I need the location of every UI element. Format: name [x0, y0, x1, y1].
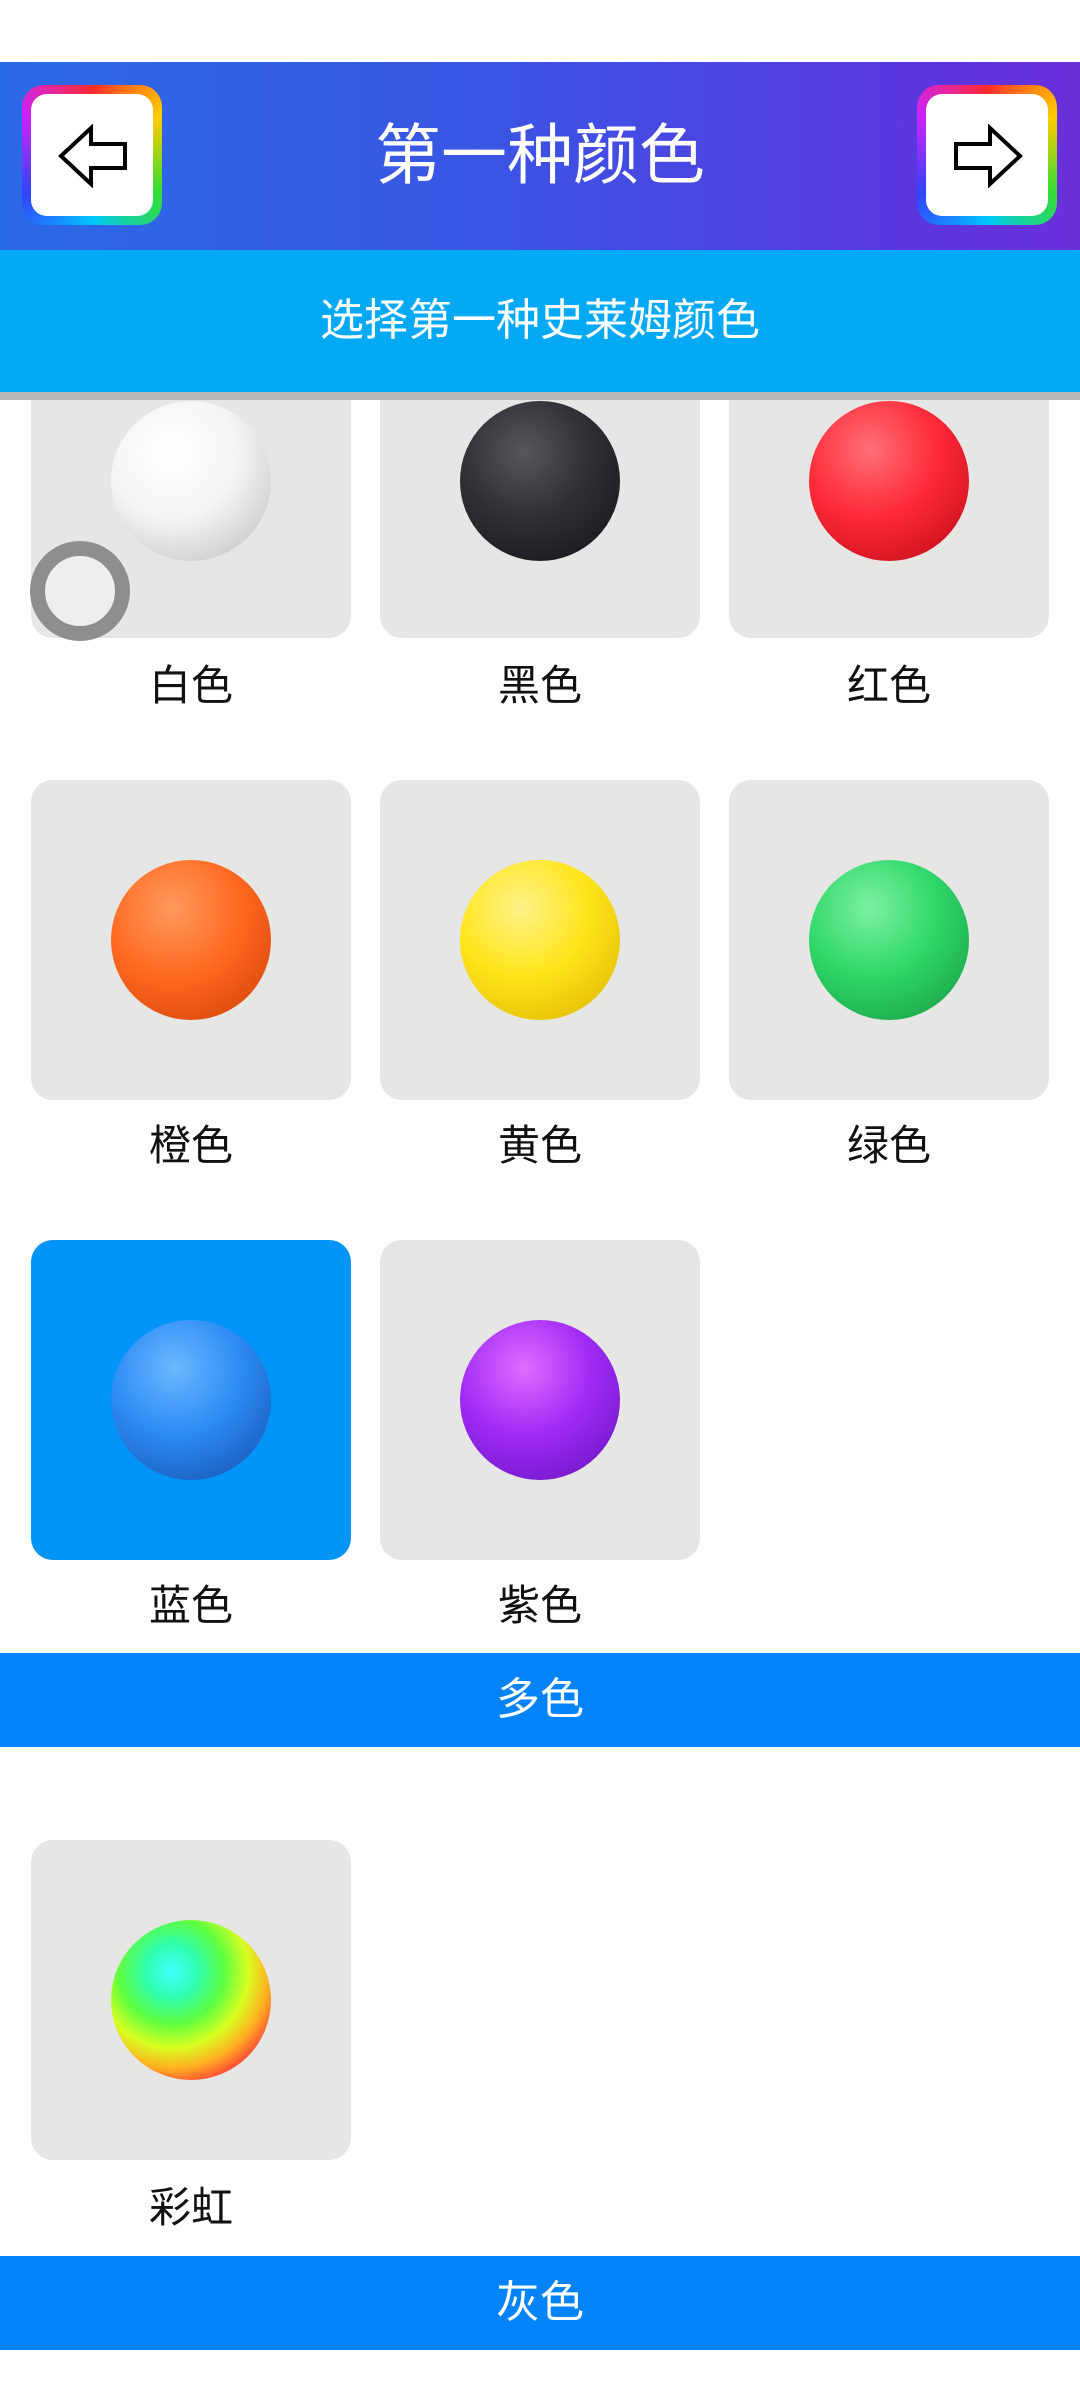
color-label-red: 红色 — [846, 661, 931, 710]
ball-orange — [111, 860, 271, 1020]
color-label-black: 黑色 — [497, 661, 582, 710]
arrow-left-icon — [58, 124, 127, 188]
color-label-white: 白色 — [148, 661, 233, 710]
color-card-yellow[interactable] — [380, 780, 700, 1100]
ball-rainbow — [111, 1920, 271, 2080]
color-label-yellow: 黄色 — [497, 1121, 582, 1170]
status-bar — [0, 0, 1080, 62]
section-header-multicolor: 多色 — [0, 1653, 1080, 1747]
ball-yellow — [460, 860, 620, 1020]
next-button-face — [926, 94, 1048, 216]
next-button[interactable] — [917, 85, 1057, 225]
color-label-purple: 紫色 — [497, 1581, 582, 1630]
color-label-rainbow: 彩虹 — [148, 2183, 233, 2232]
selection-ring-icon — [30, 541, 130, 641]
color-label-orange: 橙色 — [148, 1121, 233, 1170]
back-button[interactable] — [22, 85, 162, 225]
color-label-green: 绿色 — [846, 1121, 931, 1170]
color-card-purple[interactable] — [380, 1240, 700, 1560]
ball-purple — [460, 1320, 620, 1480]
color-card-black[interactable] — [380, 400, 700, 638]
ball-green — [809, 860, 969, 1020]
subtitle-shadow — [0, 392, 1080, 400]
color-card-orange[interactable] — [31, 780, 351, 1100]
ball-black — [460, 401, 620, 561]
color-card-green[interactable] — [729, 780, 1049, 1100]
back-button-face — [31, 94, 153, 216]
arrow-right-icon — [954, 124, 1023, 188]
color-card-red[interactable] — [729, 400, 1049, 638]
ball-white — [111, 401, 271, 561]
color-label-blue: 蓝色 — [148, 1581, 233, 1630]
header: 第一种颜色 — [0, 62, 1080, 250]
color-card-blue[interactable] — [31, 1240, 351, 1560]
section-header-gray: 灰色 — [0, 2256, 1080, 2350]
page-title: 第一种颜色 — [375, 117, 705, 194]
color-card-rainbow[interactable] — [31, 1840, 351, 2160]
ball-blue — [111, 1320, 271, 1480]
ball-red — [809, 401, 969, 561]
subtitle-bar: 选择第一种史莱姆颜色 — [0, 250, 1080, 392]
